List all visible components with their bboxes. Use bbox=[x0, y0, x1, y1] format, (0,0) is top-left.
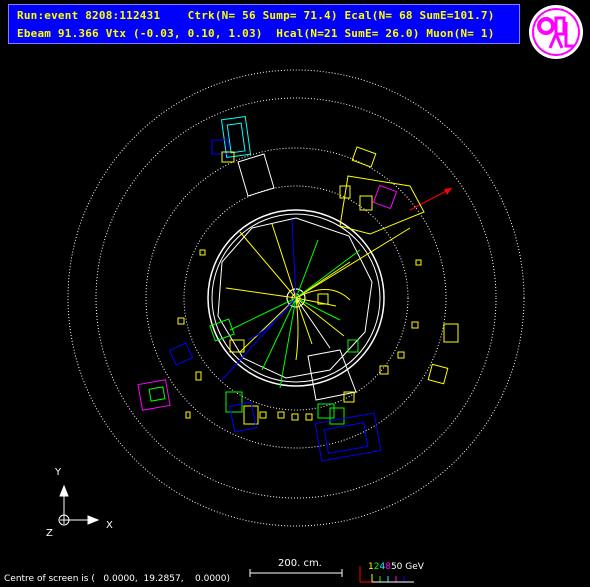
x-axis-label: X bbox=[106, 520, 113, 531]
ecal-cluster bbox=[148, 386, 166, 402]
ecal-hits bbox=[177, 249, 422, 421]
hcal-block bbox=[372, 184, 398, 210]
ecal-cluster bbox=[243, 405, 259, 425]
ecal-cluster bbox=[351, 146, 377, 168]
track bbox=[295, 227, 411, 299]
z-axis-label: Z bbox=[46, 528, 53, 539]
ecal-cluster bbox=[277, 411, 285, 419]
ecal-cluster bbox=[329, 407, 345, 425]
legend-value: 50 bbox=[390, 562, 403, 572]
legend-unit: GeV bbox=[405, 562, 424, 572]
track bbox=[229, 297, 297, 331]
track bbox=[225, 287, 297, 299]
energy-legend: 124850 GeV bbox=[368, 562, 424, 572]
track bbox=[261, 297, 297, 371]
hcal-block bbox=[228, 401, 258, 433]
track bbox=[295, 297, 331, 349]
event-display bbox=[58, 69, 525, 583]
scale-bar bbox=[249, 569, 343, 577]
ecal-cluster bbox=[317, 403, 335, 419]
ecal-cluster bbox=[291, 413, 299, 421]
ecal-cluster bbox=[427, 363, 449, 385]
hcal-block bbox=[323, 422, 369, 454]
hcal-tower bbox=[237, 153, 275, 197]
hcal-block bbox=[168, 342, 194, 366]
scale-label: 200. cm. bbox=[278, 558, 322, 569]
hcal-block bbox=[137, 379, 171, 411]
axis-gizmo bbox=[58, 484, 100, 526]
hcal-block bbox=[226, 122, 246, 154]
ecal-cluster bbox=[443, 323, 459, 343]
track bbox=[239, 231, 297, 299]
hcal-block bbox=[220, 115, 252, 159]
tracks bbox=[221, 219, 411, 389]
y-axis-label: Y bbox=[55, 467, 62, 478]
screen-centre-readout: Centre of screen is ( 0.0000, 19.2857, 0… bbox=[4, 574, 231, 584]
